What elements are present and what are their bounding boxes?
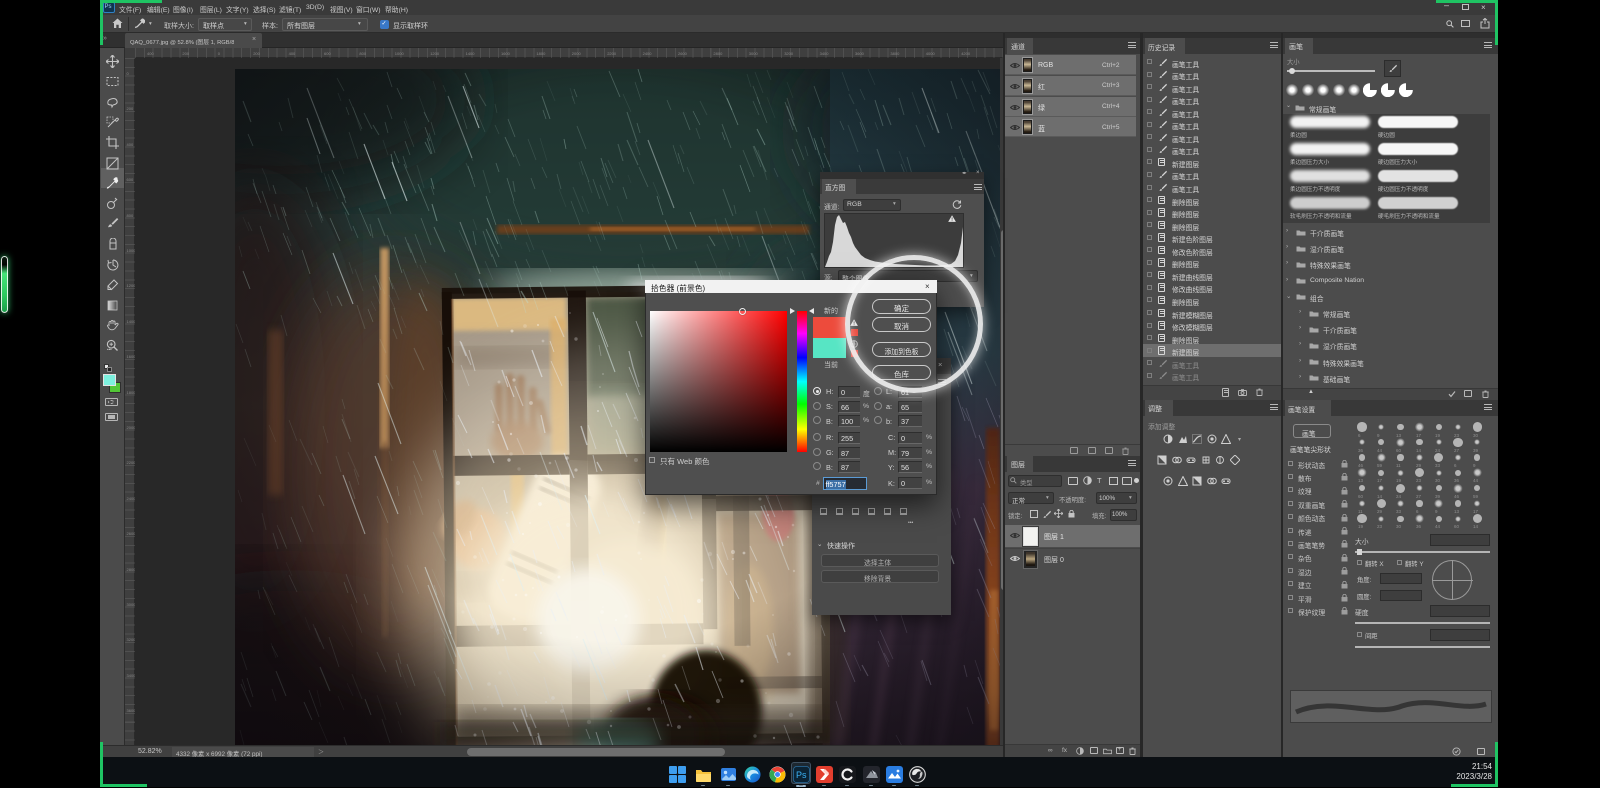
svg-text:Ps: Ps xyxy=(796,770,807,780)
